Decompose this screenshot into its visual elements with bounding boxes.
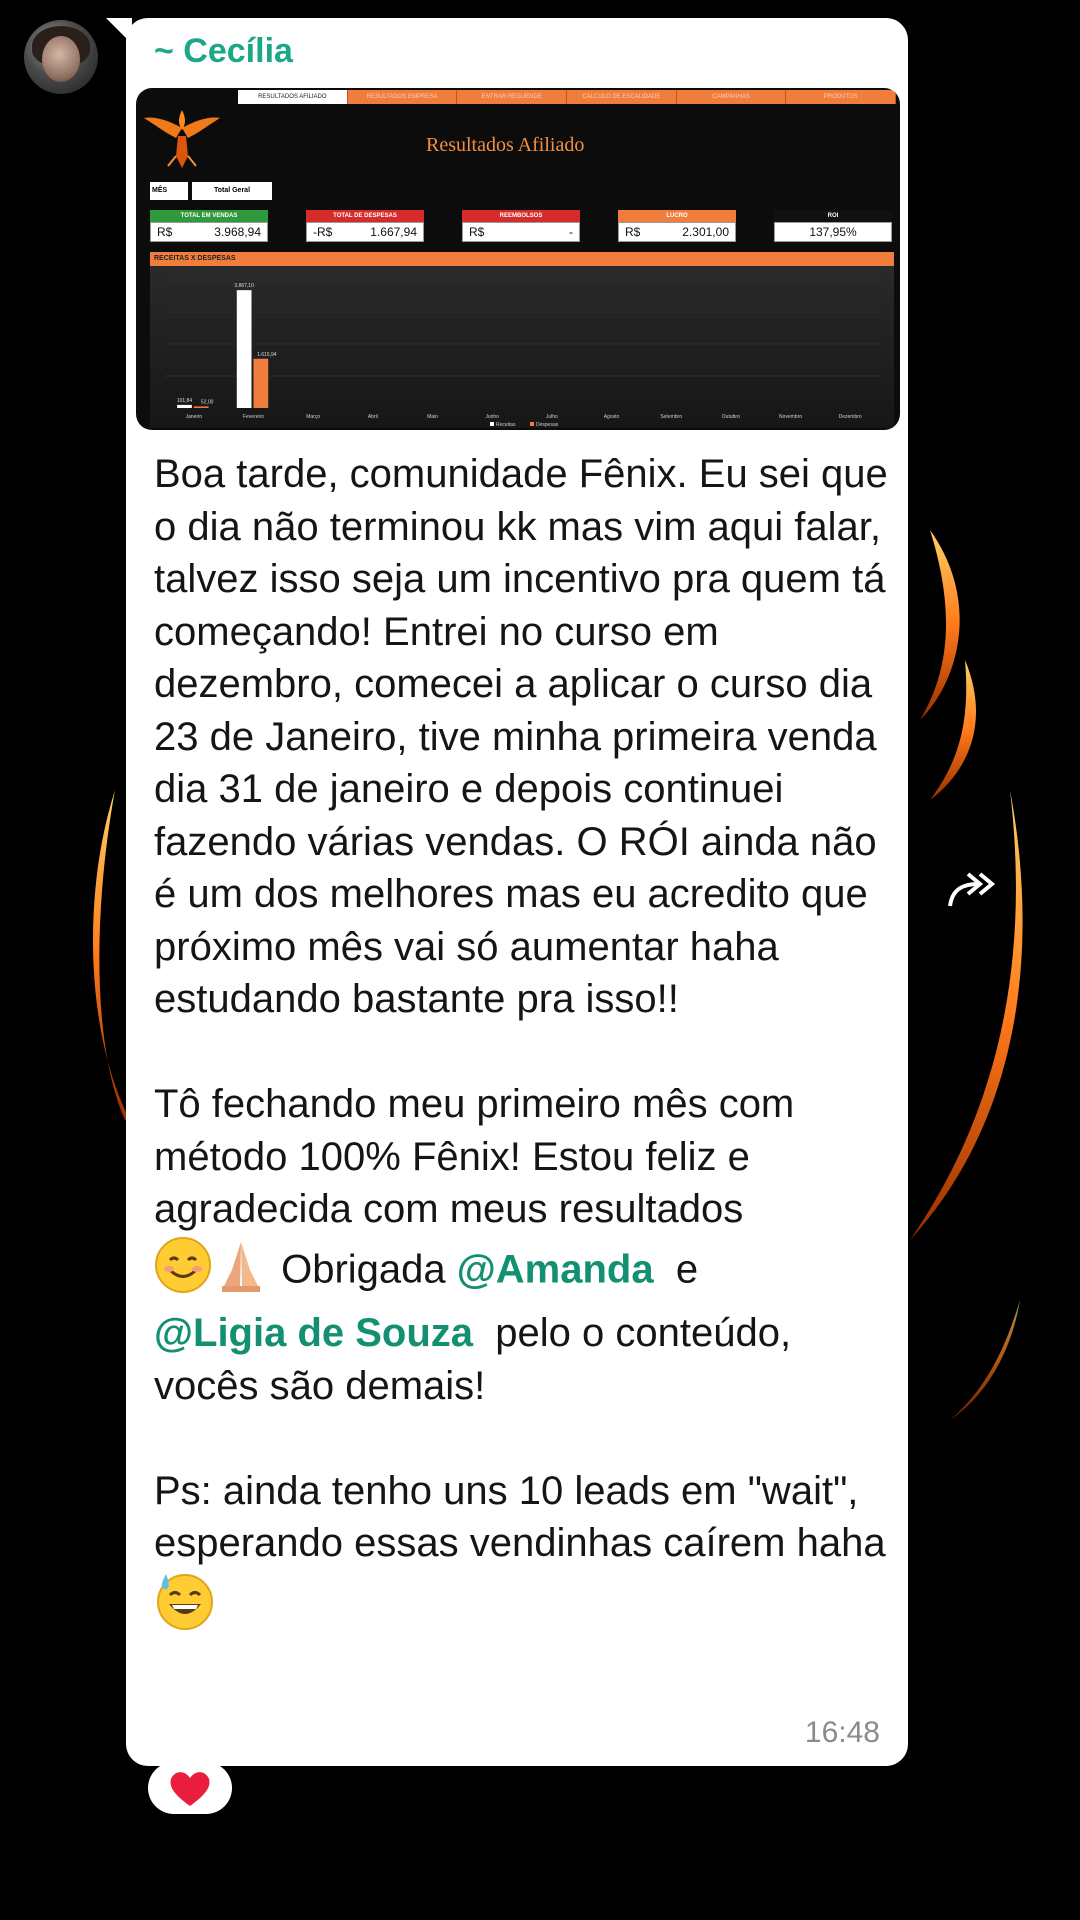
image-tab: PRODUTOS (786, 90, 897, 104)
chart-x-tick-label: Janeiro (186, 414, 203, 420)
chart-section-label: RECEITAS X DESPESAS (150, 252, 894, 266)
image-tab-bar: RESULTADOS AFILIADO RESULTADOS EMPRESA E… (238, 90, 897, 104)
chart-bar (253, 358, 269, 408)
kpi-label: TOTAL DE DESPESAS (306, 210, 424, 222)
message-paragraph-2: Tô fechando meu primeiro mês com método … (154, 1082, 806, 1231)
chart-data-label: 3.867,10 (234, 283, 254, 289)
chart-x-tick-label: Outubro (722, 414, 740, 420)
conjunction-text: e (653, 1246, 699, 1291)
chart-legend-swatch (530, 422, 534, 426)
chart-bar (177, 404, 192, 408)
forward-icon[interactable] (944, 868, 1004, 912)
sender-redaction (456, 36, 666, 76)
image-tab: RESULTADOS AFILIADO (238, 90, 348, 104)
kpi-currency: R$ (157, 225, 173, 239)
mention-ligia-de-souza[interactable]: @Ligia de Souza (154, 1311, 473, 1355)
chart-x-tick-label: Junho (485, 414, 499, 420)
chart-data-label: 101,84 (177, 398, 193, 404)
image-tab: ENTRAR REGUENDE (457, 90, 568, 104)
chart-x-tick-label: Setembro (660, 414, 682, 420)
kpi-total-vendas: TOTAL EM VENDAS R$ 3.968,94 (150, 210, 268, 242)
chart-x-tick-label: Maio (427, 414, 438, 420)
avatar[interactable] (24, 20, 98, 94)
kpi-value: - (569, 225, 573, 239)
message-text: Boa tarde, comunidade Fênix. Eu sei que … (154, 448, 894, 1645)
kpi-label: LUCRO (618, 210, 736, 222)
mention-amanda[interactable]: @Amanda (457, 1247, 654, 1291)
kpi-value: 3.968,94 (214, 225, 261, 239)
kpi-value: 1.667,94 (370, 225, 417, 239)
message-paragraph-3: Ps: ainda tenho uns 10 leads em "wait", … (154, 1468, 886, 1566)
message-timestamp: 16:48 (804, 1716, 880, 1749)
heart-icon (170, 1772, 210, 1806)
chart-x-tick-label: Abril (368, 414, 378, 420)
grinning-sweat-emoji (154, 1570, 216, 1646)
chart-x-tick-label: Novembro (779, 414, 802, 420)
chart-legend-label: Despesas (536, 422, 559, 428)
chart-data-label: 52,00 (201, 399, 214, 405)
kpi-label: REEMBOLSOS (462, 210, 580, 222)
kpi-total-despesas: TOTAL DE DESPESAS -R$ 1.667,94 (306, 210, 424, 242)
kpi-value: 137,95% (809, 225, 857, 239)
sender-name[interactable]: ~ Cecília (154, 32, 293, 71)
chart-legend-swatch (490, 422, 494, 426)
month-filter-value: Total Geral (192, 182, 272, 200)
reaction-badge[interactable] (148, 1762, 232, 1814)
attached-image[interactable]: RESULTADOS AFILIADO RESULTADOS EMPRESA E… (136, 88, 900, 430)
kpi-roi: ROI 137,95% (774, 210, 892, 242)
folded-hands-emoji (212, 1236, 270, 1308)
thanks-text: Obrigada (270, 1246, 457, 1291)
kpi-currency: R$ (625, 225, 641, 239)
kpi-label: TOTAL EM VENDAS (150, 210, 268, 222)
kpi-value: 2.301,00 (682, 225, 729, 239)
image-tab: RESULTADOS EMPRESA (347, 90, 458, 104)
kpi-currency: -R$ (313, 225, 333, 239)
phoenix-logo (144, 110, 220, 168)
kpi-reembolsos: REEMBOLSOS R$ - (462, 210, 580, 242)
month-filter-label: MÊS (150, 182, 188, 200)
chart-svg: 101,84 52,00 Janeiro 3.867,10 1.615,94 Fevere… (164, 279, 880, 428)
chart-x-tick-label: Dezembro (839, 414, 862, 420)
revenue-expense-chart: 101,84 52,00 Janeiro 3.867,10 1.615,94 Fevere… (150, 266, 894, 428)
chart-x-tick-label: Julho (546, 414, 558, 420)
chart-legend-label: Receitas (496, 422, 516, 428)
chart-bar (193, 406, 209, 408)
smiling-face-emoji (154, 1236, 212, 1308)
kpi-currency: R$ (469, 225, 485, 239)
chart-x-tick-label: Fevereiro (243, 414, 264, 420)
image-tab: CÁLCULO DE ESCALIDADE (567, 90, 677, 104)
report-title: Resultados Afiliado (426, 134, 585, 156)
avatar-face (42, 36, 80, 82)
kpi-lucro: LUCRO R$ 2.301,00 (618, 210, 736, 242)
message-bubble[interactable]: ~ Cecília RESULTADOS AFILIADO RESULTADOS… (126, 18, 908, 1766)
kpi-label: ROI (774, 210, 892, 222)
message-paragraph-1: Boa tarde, comunidade Fênix. Eu sei que … (154, 452, 899, 1021)
chart-bar (236, 290, 252, 408)
chart-x-tick-label: Agosto (604, 414, 620, 420)
image-tab: CAMPANHAS (676, 90, 787, 104)
chart-data-label: 1.615,94 (257, 352, 277, 358)
chart-x-tick-label: Março (306, 414, 320, 420)
